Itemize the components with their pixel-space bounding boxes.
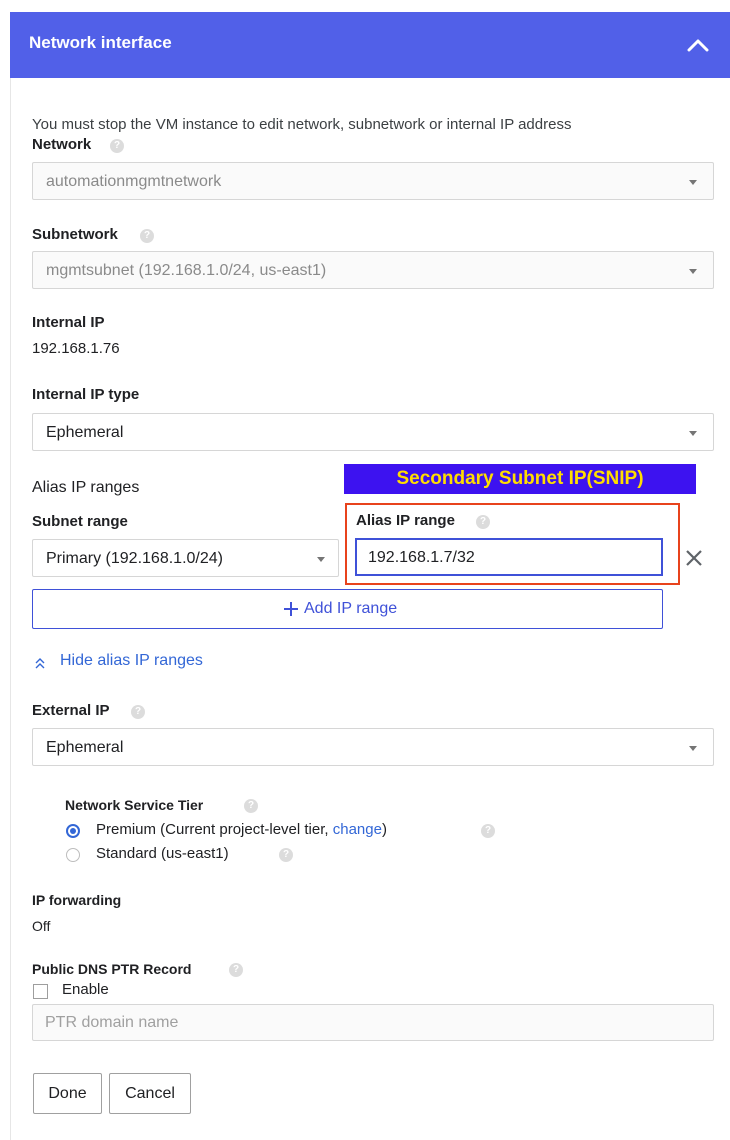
- alias-ip-range-label: Alias IP range: [356, 512, 455, 529]
- done-button[interactable]: Done: [33, 1073, 102, 1114]
- enable-checkbox[interactable]: [33, 984, 48, 999]
- internal-ip-type-value: Ephemeral: [46, 424, 124, 441]
- ip-forwarding-value: Off: [32, 918, 51, 934]
- help-icon[interactable]: ?: [140, 229, 154, 243]
- internal-ip-type-select[interactable]: Ephemeral: [32, 413, 714, 451]
- premium-radio[interactable]: [66, 824, 80, 838]
- alias-ip-ranges-label: Alias IP ranges: [32, 479, 140, 496]
- internal-ip-value: 192.168.1.76: [32, 340, 120, 357]
- hide-alias-ip-ranges-link[interactable]: Hide alias IP ranges: [60, 652, 203, 670]
- subnetwork-label: Subnetwork: [32, 226, 118, 243]
- network-label: Network: [32, 136, 92, 153]
- alias-ip-range-input[interactable]: 192.168.1.7/32: [355, 538, 663, 576]
- external-ip-select[interactable]: Ephemeral: [32, 728, 714, 766]
- external-ip-value: Ephemeral: [46, 739, 124, 756]
- subnetwork-value: mgmtsubnet (192.168.1.0/24, us-east1): [46, 262, 327, 279]
- ptr-domain-input[interactable]: PTR domain name: [32, 1004, 714, 1041]
- dropdown-arrow-icon: [317, 557, 325, 562]
- add-ip-range-label: Add IP range: [304, 600, 398, 617]
- plus-icon: [284, 602, 298, 616]
- double-chevron-up-icon[interactable]: [34, 656, 46, 670]
- premium-label: Premium (Current project-level tier,: [96, 821, 333, 838]
- help-icon[interactable]: ?: [481, 824, 495, 838]
- premium-option[interactable]: Premium (Current project-level tier, cha…: [96, 821, 387, 838]
- subnet-range-value: Primary (192.168.1.0/24): [46, 550, 223, 567]
- dropdown-arrow-icon: [689, 269, 697, 274]
- help-icon[interactable]: ?: [229, 963, 243, 977]
- subnet-range-select[interactable]: Primary (192.168.1.0/24): [32, 539, 339, 577]
- dropdown-arrow-icon: [689, 431, 697, 436]
- network-value: automationmgmtnetwork: [46, 173, 222, 190]
- section-title: Network interface: [29, 33, 172, 52]
- dropdown-arrow-icon: [689, 746, 697, 751]
- network-service-tier-label: Network Service Tier: [65, 797, 204, 813]
- panel-border: [10, 78, 11, 1140]
- internal-ip-label: Internal IP: [32, 314, 105, 331]
- cancel-button[interactable]: Cancel: [109, 1073, 191, 1114]
- subnetwork-select: mgmtsubnet (192.168.1.0/24, us-east1): [32, 251, 714, 289]
- ip-forwarding-label: IP forwarding: [32, 892, 122, 908]
- external-ip-label: External IP: [32, 702, 110, 719]
- chevron-up-icon[interactable]: [686, 38, 710, 52]
- dropdown-arrow-icon: [689, 180, 697, 185]
- subnet-range-label: Subnet range: [32, 513, 128, 530]
- close-icon[interactable]: [684, 548, 704, 568]
- help-icon[interactable]: ?: [244, 799, 258, 813]
- alias-ip-range-value: 192.168.1.7/32: [368, 549, 475, 566]
- help-icon[interactable]: ?: [110, 139, 124, 153]
- enable-label[interactable]: Enable: [62, 981, 109, 998]
- help-icon[interactable]: ?: [476, 515, 490, 529]
- add-ip-range-button[interactable]: Add IP range: [32, 589, 663, 629]
- help-icon[interactable]: ?: [131, 705, 145, 719]
- ptr-record-label: Public DNS PTR Record: [32, 961, 192, 977]
- snip-annotation-label: Secondary Subnet IP(SNIP): [344, 464, 696, 494]
- network-select: automationmgmtnetwork: [32, 162, 714, 200]
- change-tier-link[interactable]: change: [333, 821, 382, 838]
- help-icon[interactable]: ?: [279, 848, 293, 862]
- premium-label-close: ): [381, 821, 387, 838]
- standard-radio[interactable]: [66, 848, 80, 862]
- internal-ip-type-label: Internal IP type: [32, 386, 140, 403]
- ptr-domain-placeholder: PTR domain name: [45, 1014, 179, 1031]
- edit-restriction-note: You must stop the VM instance to edit ne…: [32, 116, 572, 133]
- standard-label[interactable]: Standard (us-east1): [96, 845, 229, 862]
